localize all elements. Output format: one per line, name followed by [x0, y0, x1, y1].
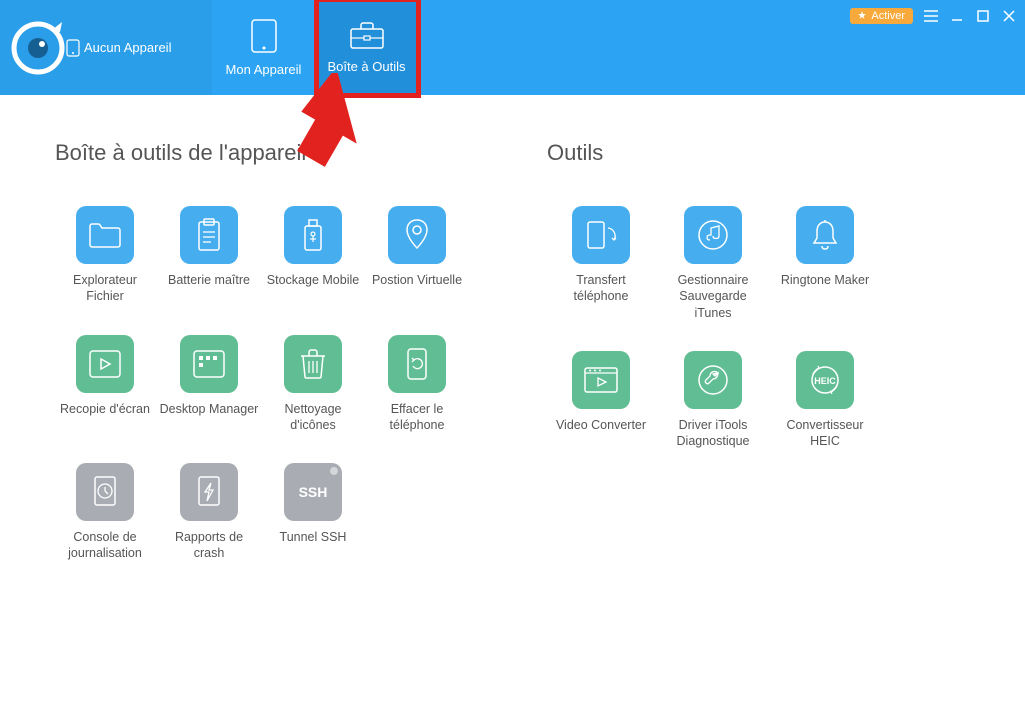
- tab-label: Boîte à Outils: [327, 59, 405, 74]
- tool-label: Explorateur Fichier: [55, 272, 155, 305]
- device-status: Aucun Appareil: [66, 39, 171, 57]
- tool-label: Batterie maître: [168, 272, 250, 288]
- tool-virtual-location[interactable]: Postion Virtuelle: [367, 206, 467, 305]
- maximize-button[interactable]: [975, 8, 991, 24]
- tool-label: Ringtone Maker: [781, 272, 869, 288]
- tool-ssh-tunnel[interactable]: SSH Tunnel SSH: [263, 463, 363, 562]
- tool-driver-diagnostic[interactable]: Driver iTools Diagnostique: [659, 351, 767, 450]
- tool-erase-phone[interactable]: Effacer le téléphone: [367, 335, 467, 434]
- tools-section: Outils Transfert téléphone Gestionnaire …: [547, 140, 879, 562]
- tool-crash-reports[interactable]: Rapports de crash: [159, 463, 259, 562]
- app-logo: [10, 20, 66, 76]
- tool-heic-converter[interactable]: HEIC Convertisseur HEIC: [771, 351, 879, 450]
- tool-label: Recopie d'écran: [60, 401, 150, 417]
- tool-icon-cleanup[interactable]: Nettoyage d'icônes: [263, 335, 363, 434]
- logo-area: Aucun Appareil: [0, 0, 212, 95]
- svg-text:HEIC: HEIC: [814, 376, 836, 386]
- ssh-icon: SSH: [284, 463, 342, 521]
- minimize-button[interactable]: [949, 8, 965, 24]
- device-tools-grid: Explorateur Fichier Batterie maître Stoc…: [55, 206, 467, 562]
- tool-battery-master[interactable]: Batterie maître: [159, 206, 259, 305]
- tool-label: Video Converter: [556, 417, 646, 433]
- play-icon: [76, 335, 134, 393]
- clock-document-icon: [76, 463, 134, 521]
- tool-label: Convertisseur HEIC: [775, 417, 875, 450]
- menu-icon[interactable]: [923, 8, 939, 24]
- tool-video-converter[interactable]: Video Converter: [547, 351, 655, 450]
- apps-grid-icon: [180, 335, 238, 393]
- tool-mobile-storage[interactable]: Stockage Mobile: [263, 206, 363, 305]
- tool-phone-transfer[interactable]: Transfert téléphone: [547, 206, 655, 321]
- device-tools-section: Boîte à outils de l'appareil Explorateur…: [55, 140, 467, 562]
- tool-label: Driver iTools Diagnostique: [663, 417, 763, 450]
- location-pin-icon: [388, 206, 446, 264]
- phone-transfer-icon: [572, 206, 630, 264]
- tools-grid: Transfert téléphone Gestionnaire Sauvega…: [547, 206, 879, 449]
- tool-label: Rapports de crash: [159, 529, 259, 562]
- ssh-text: SSH: [299, 484, 328, 500]
- tool-screen-mirror[interactable]: Recopie d'écran: [55, 335, 155, 434]
- tool-label: Effacer le téléphone: [367, 401, 467, 434]
- window-controls: Activer: [850, 8, 1017, 24]
- section-title: Boîte à outils de l'appareil: [55, 140, 467, 166]
- tool-file-explorer[interactable]: Explorateur Fichier: [55, 206, 155, 305]
- trash-icon: [284, 335, 342, 393]
- lightning-document-icon: [180, 463, 238, 521]
- device-status-text: Aucun Appareil: [84, 40, 171, 55]
- phone-refresh-icon: [388, 335, 446, 393]
- tool-label: Nettoyage d'icônes: [263, 401, 363, 434]
- tab-label: Mon Appareil: [226, 62, 302, 77]
- tool-label: Gestionnaire Sauvegarde iTunes: [663, 272, 763, 321]
- main-content: Boîte à outils de l'appareil Explorateur…: [0, 95, 1025, 562]
- wrench-icon: [684, 351, 742, 409]
- usb-icon: [284, 206, 342, 264]
- tool-label: Stockage Mobile: [267, 272, 359, 288]
- nav-tabs: Mon Appareil Boîte à Outils: [212, 0, 418, 95]
- briefcase-icon: [348, 21, 386, 51]
- tab-toolbox[interactable]: Boîte à Outils: [315, 0, 418, 95]
- folder-icon: [76, 206, 134, 264]
- bell-icon: [796, 206, 854, 264]
- music-note-icon: [684, 206, 742, 264]
- activate-button[interactable]: Activer: [850, 8, 913, 24]
- tool-label: Tunnel SSH: [280, 529, 347, 545]
- section-title: Outils: [547, 140, 879, 166]
- close-button[interactable]: [1001, 8, 1017, 24]
- heic-icon: HEIC: [796, 351, 854, 409]
- tool-label: Console de journalisation: [55, 529, 155, 562]
- tool-log-console[interactable]: Console de journalisation: [55, 463, 155, 562]
- clipboard-icon: [180, 206, 238, 264]
- tool-label: Postion Virtuelle: [372, 272, 462, 288]
- tab-my-device[interactable]: Mon Appareil: [212, 0, 315, 95]
- tool-ringtone-maker[interactable]: Ringtone Maker: [771, 206, 879, 321]
- tool-desktop-manager[interactable]: Desktop Manager: [159, 335, 259, 434]
- video-icon: [572, 351, 630, 409]
- tool-label: Transfert téléphone: [551, 272, 651, 305]
- header-bar: Aucun Appareil Mon Appareil: [0, 0, 1025, 95]
- tool-label: Desktop Manager: [160, 401, 259, 417]
- activate-label: Activer: [871, 10, 905, 22]
- tool-itunes-backup[interactable]: Gestionnaire Sauvegarde iTunes: [659, 206, 767, 321]
- tablet-icon: [249, 18, 279, 54]
